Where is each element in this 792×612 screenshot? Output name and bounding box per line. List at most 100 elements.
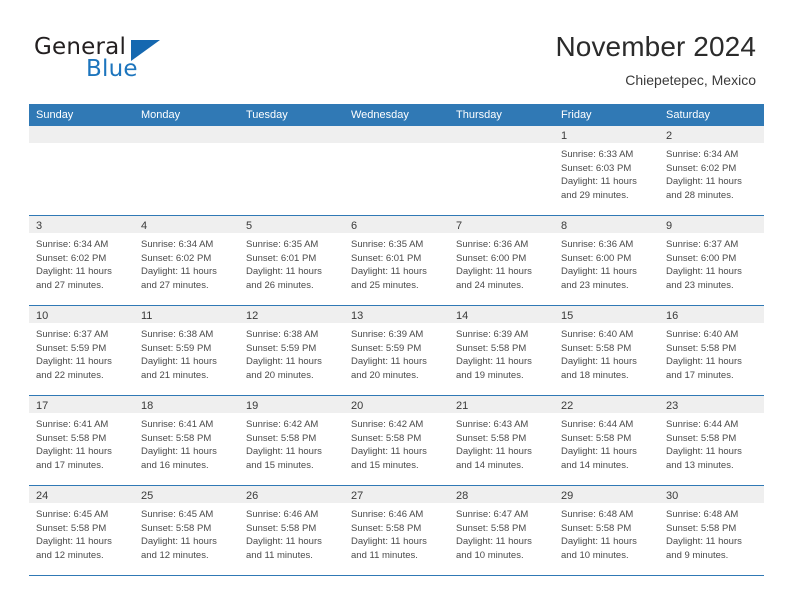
sunset-text: Sunset: 5:58 PM	[456, 522, 527, 534]
day-cell[interactable]: 13 Sunrise: 6:39 AM Sunset: 5:59 PM Dayligh…	[344, 306, 449, 395]
day-number-strip: 28	[449, 486, 554, 503]
day-number-strip: 7	[449, 216, 554, 233]
daylight-text: Daylight: 11 hours	[246, 356, 322, 367]
daylight-text: Daylight: 11 hours	[456, 446, 532, 457]
day-cell[interactable]: 22 Sunrise: 6:44 AM Sunset: 5:58 PM Dayligh…	[554, 396, 659, 485]
day-number-strip: 11	[134, 306, 239, 323]
day-cell-empty	[134, 126, 239, 215]
day-cell[interactable]: 17 Sunrise: 6:41 AM Sunset: 5:58 PM Dayligh…	[29, 396, 134, 485]
day-details: Sunrise: 6:42 AM Sunset: 5:58 PM Daylight:…	[344, 413, 449, 472]
day-cell[interactable]: 29 Sunrise: 6:48 AM Sunset: 5:58 PM Dayligh…	[554, 486, 659, 575]
sunrise-text: Sunrise: 6:38 AM	[246, 329, 319, 340]
day-details: Sunrise: 6:46 AM Sunset: 5:58 PM Daylight:…	[239, 503, 344, 562]
day-cell[interactable]: 8 Sunrise: 6:36 AM Sunset: 6:00 PM Daylight…	[554, 216, 659, 305]
day-cell[interactable]: 14 Sunrise: 6:39 AM Sunset: 5:58 PM Dayligh…	[449, 306, 554, 395]
sunset-text: Sunset: 5:58 PM	[666, 342, 737, 354]
day-cell[interactable]: 12 Sunrise: 6:38 AM Sunset: 5:59 PM Dayligh…	[239, 306, 344, 395]
weekday-header-monday: Monday	[141, 109, 181, 121]
day-number-strip: 20	[344, 396, 449, 413]
daylight-text: and 10 minutes.	[456, 549, 524, 561]
daylight-text: and 9 minutes.	[666, 549, 729, 561]
sunset-text: Sunset: 6:02 PM	[666, 162, 737, 174]
day-cell[interactable]: 30 Sunrise: 6:48 AM Sunset: 5:58 PM Dayligh…	[659, 486, 764, 575]
day-cell[interactable]: 11 Sunrise: 6:38 AM Sunset: 5:59 PM Dayligh…	[134, 306, 239, 395]
sunset-text: Sunset: 6:02 PM	[141, 252, 212, 264]
day-details: Sunrise: 6:48 AM Sunset: 5:58 PM Daylight:…	[659, 503, 764, 562]
brand-name-blue: Blue	[86, 56, 138, 82]
daylight-text: and 14 minutes.	[456, 459, 524, 471]
sunset-text: Sunset: 6:03 PM	[561, 162, 632, 174]
day-cell[interactable]: 3 Sunrise: 6:34 AM Sunset: 6:02 PM Daylight…	[29, 216, 134, 305]
day-number-strip	[29, 126, 134, 143]
day-cell[interactable]: 16 Sunrise: 6:40 AM Sunset: 5:58 PM Dayligh…	[659, 306, 764, 395]
sunrise-text: Sunrise: 6:39 AM	[456, 329, 529, 340]
day-number-strip: 3	[29, 216, 134, 233]
sunset-text: Sunset: 5:59 PM	[36, 342, 107, 354]
day-cell[interactable]: 9 Sunrise: 6:37 AM Sunset: 6:00 PM Daylight…	[659, 216, 764, 305]
day-number-strip: 14	[449, 306, 554, 323]
day-cell[interactable]: 24 Sunrise: 6:45 AM Sunset: 5:58 PM Dayligh…	[29, 486, 134, 575]
sunrise-text: Sunrise: 6:43 AM	[456, 419, 529, 430]
day-number-strip: 24	[29, 486, 134, 503]
sunset-text: Sunset: 5:58 PM	[36, 522, 107, 534]
day-cell[interactable]: 25 Sunrise: 6:45 AM Sunset: 5:58 PM Dayligh…	[134, 486, 239, 575]
sunrise-text: Sunrise: 6:42 AM	[351, 419, 424, 430]
day-cell[interactable]: 1 Sunrise: 6:33 AM Sunset: 6:03 PM Daylight…	[554, 126, 659, 215]
sunrise-text: Sunrise: 6:40 AM	[561, 329, 634, 340]
sunset-text: Sunset: 5:59 PM	[246, 342, 317, 354]
day-cell[interactable]: 27 Sunrise: 6:46 AM Sunset: 5:58 PM Dayligh…	[344, 486, 449, 575]
day-cell[interactable]: 21 Sunrise: 6:43 AM Sunset: 5:58 PM Dayligh…	[449, 396, 554, 485]
day-cell[interactable]: 28 Sunrise: 6:47 AM Sunset: 5:58 PM Dayligh…	[449, 486, 554, 575]
day-cell[interactable]: 10 Sunrise: 6:37 AM Sunset: 5:59 PM Dayligh…	[29, 306, 134, 395]
day-details: Sunrise: 6:43 AM Sunset: 5:58 PM Daylight:…	[449, 413, 554, 472]
daylight-text: Daylight: 11 hours	[456, 536, 532, 547]
day-number: 10	[36, 310, 49, 322]
day-number-strip: 29	[554, 486, 659, 503]
day-cell[interactable]: 19 Sunrise: 6:42 AM Sunset: 5:58 PM Dayligh…	[239, 396, 344, 485]
day-number: 24	[36, 490, 49, 502]
day-number: 17	[36, 400, 49, 412]
daylight-text: Daylight: 11 hours	[141, 356, 217, 367]
day-number-strip: 19	[239, 396, 344, 413]
day-number: 23	[666, 400, 679, 412]
sunrise-text: Sunrise: 6:36 AM	[561, 239, 634, 250]
day-cell[interactable]: 7 Sunrise: 6:36 AM Sunset: 6:00 PM Daylight…	[449, 216, 554, 305]
day-cell[interactable]: 23 Sunrise: 6:44 AM Sunset: 5:58 PM Dayligh…	[659, 396, 764, 485]
day-number: 6	[351, 220, 358, 232]
daylight-text: and 16 minutes.	[141, 459, 209, 471]
day-number: 14	[456, 310, 469, 322]
day-number: 19	[246, 400, 259, 412]
day-details: Sunrise: 6:44 AM Sunset: 5:58 PM Daylight:…	[659, 413, 764, 472]
day-cell[interactable]: 5 Sunrise: 6:35 AM Sunset: 6:01 PM Daylight…	[239, 216, 344, 305]
day-number-strip: 5	[239, 216, 344, 233]
sunrise-text: Sunrise: 6:34 AM	[36, 239, 109, 250]
day-number: 2	[666, 130, 673, 142]
sunrise-text: Sunrise: 6:44 AM	[666, 419, 739, 430]
sunset-text: Sunset: 5:58 PM	[666, 432, 737, 444]
daylight-text: Daylight: 11 hours	[141, 446, 217, 457]
daylight-text: and 27 minutes.	[36, 279, 104, 291]
day-number-strip	[449, 126, 554, 143]
sunset-text: Sunset: 6:00 PM	[666, 252, 737, 264]
sunset-text: Sunset: 5:58 PM	[141, 432, 212, 444]
calendar-week-row: 17 Sunrise: 6:41 AM Sunset: 5:58 PM Dayligh…	[29, 396, 764, 486]
day-cell[interactable]: 4 Sunrise: 6:34 AM Sunset: 6:02 PM Daylight…	[134, 216, 239, 305]
sunset-text: Sunset: 5:58 PM	[141, 522, 212, 534]
day-cell[interactable]: 18 Sunrise: 6:41 AM Sunset: 5:58 PM Dayligh…	[134, 396, 239, 485]
brand-logo[interactable]: General Blue	[34, 34, 264, 90]
daylight-text: Daylight: 11 hours	[351, 536, 427, 547]
day-number: 11	[141, 310, 153, 322]
day-number-strip: 17	[29, 396, 134, 413]
day-cell[interactable]: 20 Sunrise: 6:42 AM Sunset: 5:58 PM Dayligh…	[344, 396, 449, 485]
daylight-text: Daylight: 11 hours	[561, 176, 637, 187]
day-cell[interactable]: 6 Sunrise: 6:35 AM Sunset: 6:01 PM Daylight…	[344, 216, 449, 305]
sunset-text: Sunset: 5:58 PM	[246, 522, 317, 534]
title-block: November 2024 Chiepetepec, Mexico	[555, 30, 756, 90]
day-cell[interactable]: 15 Sunrise: 6:40 AM Sunset: 5:58 PM Dayligh…	[554, 306, 659, 395]
sunset-text: Sunset: 5:59 PM	[351, 342, 422, 354]
daylight-text: and 26 minutes.	[246, 279, 314, 291]
day-number-strip	[239, 126, 344, 143]
sunrise-text: Sunrise: 6:33 AM	[561, 149, 634, 160]
day-cell[interactable]: 26 Sunrise: 6:46 AM Sunset: 5:58 PM Dayligh…	[239, 486, 344, 575]
day-cell[interactable]: 2 Sunrise: 6:34 AM Sunset: 6:02 PM Daylight…	[659, 126, 764, 215]
